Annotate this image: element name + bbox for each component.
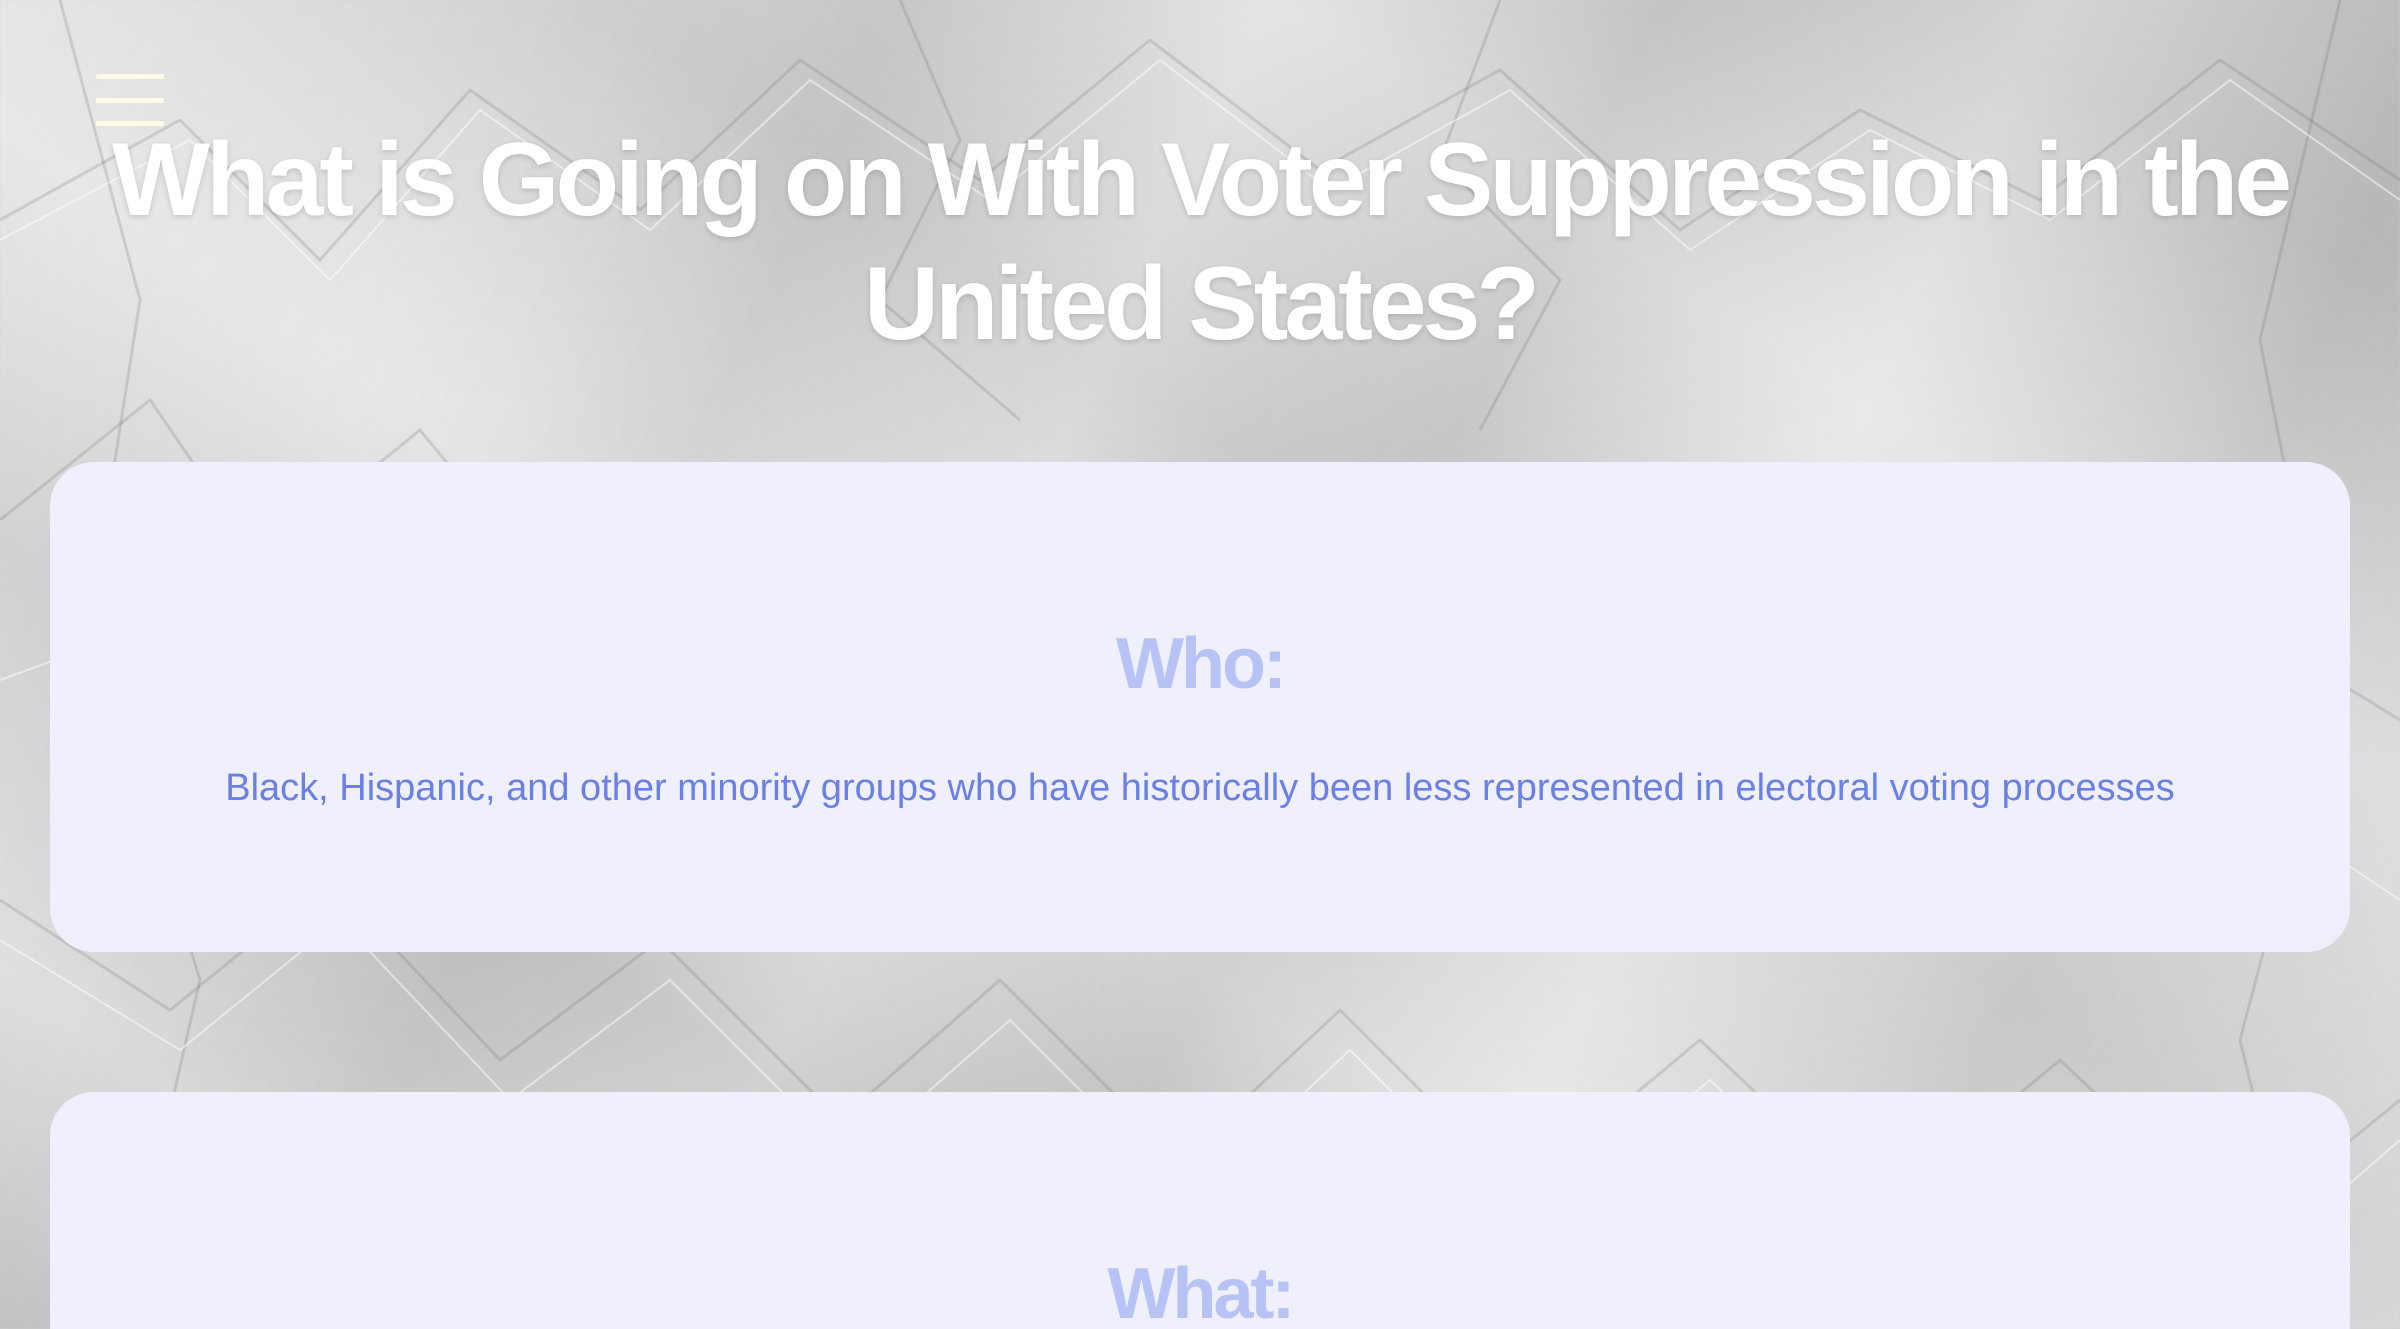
what-card-heading: What:: [1107, 1254, 1296, 1329]
hamburger-menu-icon[interactable]: [96, 74, 164, 126]
who-card-body: Black, Hispanic, and other minority grou…: [225, 767, 2175, 809]
who-card-heading: Who:: [1116, 624, 1287, 704]
page-title: What is Going on With Voter Suppression …: [111, 122, 2292, 362]
what-card: What:: [50, 1092, 2350, 1329]
menu-bar-bottom: [96, 121, 164, 126]
menu-bar-top: [96, 74, 164, 79]
menu-bar-middle: [96, 97, 164, 103]
who-card: Who: Black, Hispanic, and other minority…: [50, 462, 2350, 952]
